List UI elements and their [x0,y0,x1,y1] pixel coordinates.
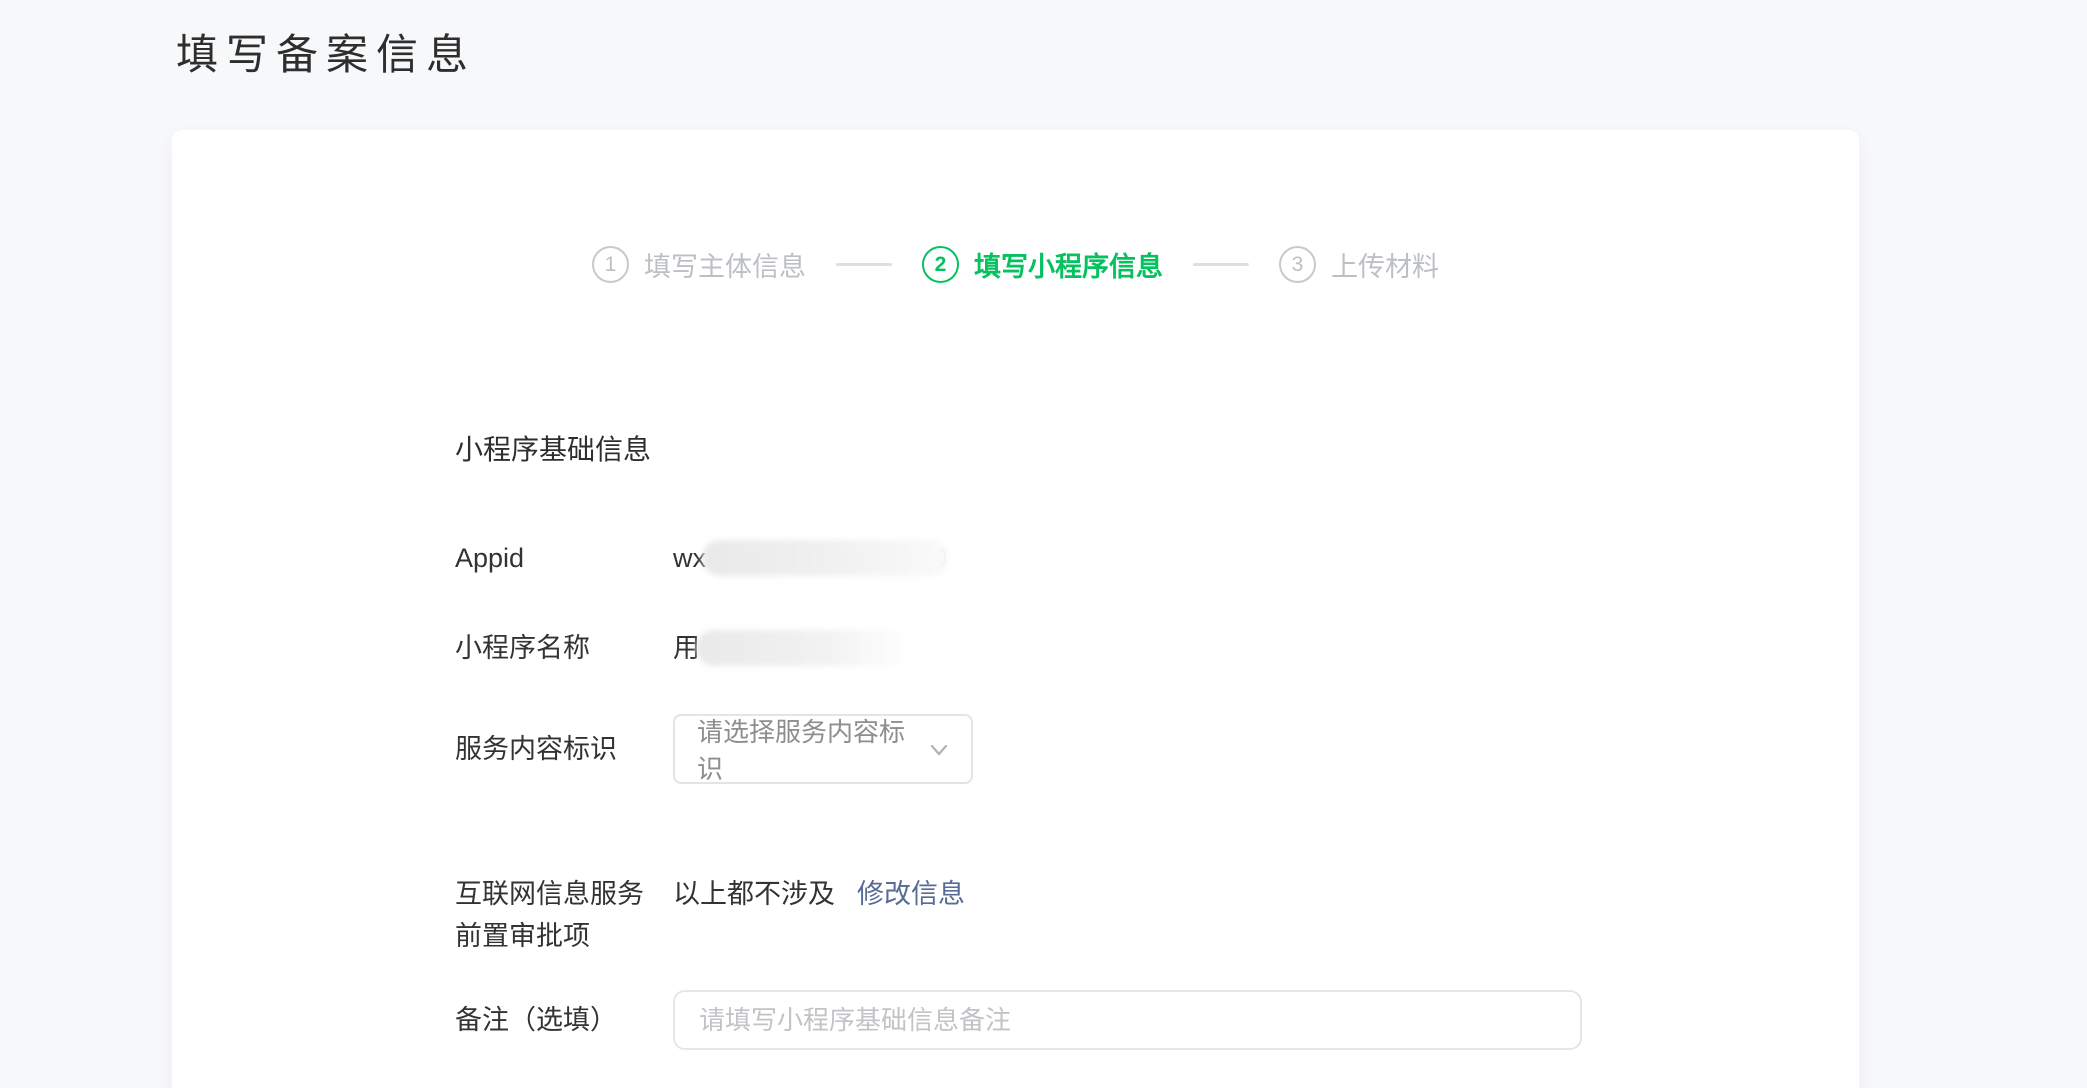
remark-label: 备注（选填） [455,1002,673,1038]
modify-info-link[interactable]: 修改信息 [857,873,965,915]
pre-approval-value-group: 以上都不涉及 修改信息 [673,873,965,915]
pre-approval-value: 以上都不涉及 [673,873,835,915]
service-tag-row: 服务内容标识 请选择服务内容标识 [455,714,1582,784]
appid-value: wx 9 [673,540,947,576]
pre-approval-label: 互联网信息服务 前置审批项 [455,873,673,957]
appid-row: Appid wx 9 [455,540,1582,576]
remark-row: 备注（选填） [455,990,1582,1050]
step-1-circle: 1 [592,246,629,283]
appid-label: Appid [455,540,673,576]
filing-page: 填写备案信息 1 填写主体信息 2 填写小程序信息 3 上传材料 小程序基础信息 [0,0,2087,1088]
step-miniprogram-info: 2 填写小程序信息 [922,245,1163,284]
step-2-circle: 2 [922,246,959,283]
step-3-circle: 3 [1279,246,1316,283]
miniprogram-name-value: 用 [673,630,912,666]
pre-approval-label-line2: 前置审批项 [455,915,673,957]
filing-card: 1 填写主体信息 2 填写小程序信息 3 上传材料 小程序基础信息 Appid … [172,130,1859,1088]
step-connector [836,263,892,266]
step-3-label: 上传材料 [1331,245,1439,284]
miniprogram-basic-info-form: 小程序基础信息 Appid wx 9 小程序名称 用 服务 [455,432,1582,1050]
pre-approval-label-line1: 互联网信息服务 [455,873,673,915]
pre-approval-row: 互联网信息服务 前置审批项 以上都不涉及 修改信息 [455,873,1582,957]
step-2-label: 填写小程序信息 [974,245,1163,284]
remark-input[interactable] [673,990,1582,1050]
miniprogram-name-redacted-blur [696,630,912,666]
step-subject-info: 1 填写主体信息 [592,245,806,284]
step-connector [1193,263,1249,266]
chevron-down-icon [927,737,951,761]
service-tag-label: 服务内容标识 [455,731,673,767]
miniprogram-name-label: 小程序名称 [455,630,673,666]
appid-redacted-blur [702,540,950,576]
service-tag-placeholder: 请选择服务内容标识 [697,712,917,786]
section-title: 小程序基础信息 [455,432,1582,468]
service-tag-select[interactable]: 请选择服务内容标识 [673,714,973,784]
wizard-stepper: 1 填写主体信息 2 填写小程序信息 3 上传材料 [172,130,1859,284]
page-title: 填写备案信息 [176,32,476,78]
step-1-label: 填写主体信息 [644,245,806,284]
step-upload-materials: 3 上传材料 [1279,245,1439,284]
miniprogram-name-row: 小程序名称 用 [455,630,1582,666]
